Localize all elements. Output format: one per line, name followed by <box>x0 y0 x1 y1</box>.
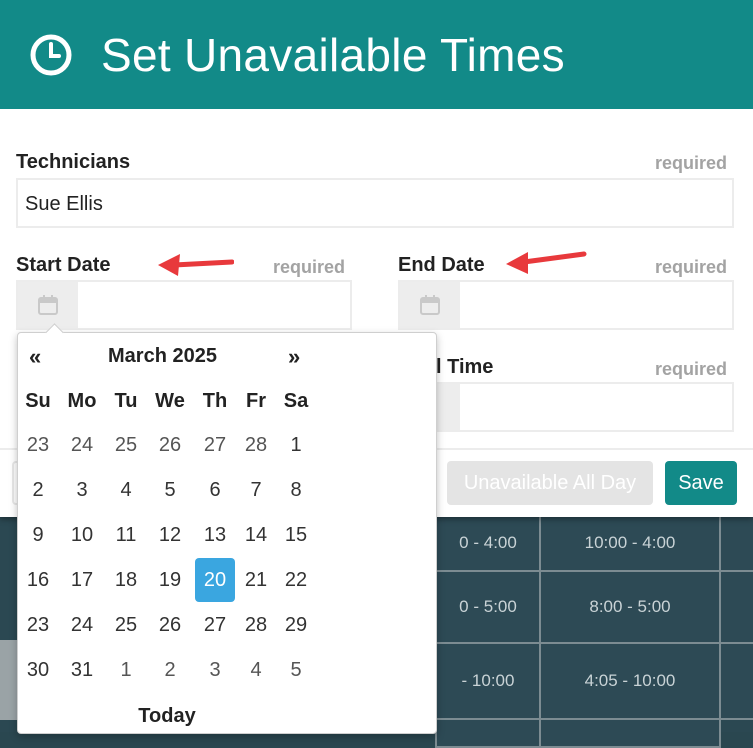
calendar-day[interactable]: 24 <box>62 423 102 467</box>
calendar-day[interactable]: 19 <box>150 558 190 602</box>
weekday-header: Su <box>25 390 51 412</box>
calendar-day[interactable]: 8 <box>276 468 316 512</box>
start-date-field[interactable] <box>16 280 352 330</box>
start-date-label: Start Date <box>16 254 111 276</box>
technicians-field[interactable]: Sue Ellis <box>16 178 734 228</box>
weekday-header: Th <box>202 390 228 412</box>
schedule-cell[interactable] <box>719 570 753 644</box>
calendar-day[interactable]: 16 <box>18 558 58 602</box>
calendar-day[interactable]: 25 <box>106 603 146 647</box>
schedule-cell-text: 0 - 5:00 <box>459 597 517 616</box>
datepicker: « March 2025 » Su Mo Tu We Th Fr Sa 23 24… <box>17 323 437 734</box>
annotation-arrow <box>506 251 587 274</box>
calendar-day[interactable]: 14 <box>236 513 276 557</box>
schedule-cell[interactable]: 0 - 4:00 <box>435 514 541 572</box>
calendar-day[interactable]: 1 <box>276 423 316 467</box>
unavailable-all-day-button[interactable]: Unavailable All Day <box>447 461 653 505</box>
calendar-day[interactable]: 23 <box>18 423 58 467</box>
weekday-header: Sa <box>283 390 309 412</box>
calendar-day[interactable]: 2 <box>150 648 190 692</box>
calendar-icon <box>420 295 440 315</box>
schedule-cell-text: 8:00 - 5:00 <box>589 597 671 616</box>
schedule-cell-text: 10:00 - 4:00 <box>584 533 676 552</box>
weekday-header: We <box>155 390 185 412</box>
save-button[interactable]: Save <box>665 461 737 505</box>
calendar-day[interactable]: 26 <box>150 603 190 647</box>
schedule-left-strip <box>0 640 17 720</box>
calendar-day[interactable]: 20 <box>195 558 235 602</box>
schedule-cell[interactable] <box>539 718 721 748</box>
calendar-day[interactable]: 10 <box>62 513 102 557</box>
schedule-cell-text: 4:05 - 10:00 <box>584 671 676 690</box>
calendar-day[interactable]: 5 <box>150 468 190 512</box>
calendar-day[interactable]: 4 <box>106 468 146 512</box>
calendar-day[interactable]: 28 <box>236 423 276 467</box>
calendar-day[interactable]: 28 <box>236 603 276 647</box>
month-label[interactable]: March 2025 <box>108 345 217 368</box>
end-time-field[interactable] <box>398 382 734 432</box>
calendar-day[interactable]: 9 <box>18 513 58 557</box>
schedule-cell[interactable] <box>719 514 753 572</box>
calendar-day[interactable]: 24 <box>62 603 102 647</box>
start-date-calendar-button[interactable] <box>18 282 78 328</box>
end-date-label: End Date <box>398 254 485 276</box>
schedule-cell-text: 0 - 4:00 <box>459 533 517 552</box>
schedule-cell[interactable]: 8:00 - 5:00 <box>539 570 721 644</box>
calendar-day[interactable]: 3 <box>62 468 102 512</box>
calendar-day[interactable]: 3 <box>195 648 235 692</box>
calendar-day[interactable]: 7 <box>236 468 276 512</box>
technicians-value: Sue Ellis <box>25 193 103 215</box>
calendar-day[interactable]: 26 <box>150 423 190 467</box>
calendar-day[interactable]: 18 <box>106 558 146 602</box>
end-date-field[interactable] <box>398 280 734 330</box>
prev-month-button[interactable]: « <box>29 344 41 370</box>
calendar-icon <box>38 295 58 315</box>
schedule-cell[interactable] <box>719 642 753 720</box>
technicians-label: Technicians <box>16 151 131 173</box>
end-time-label: l Time <box>436 356 494 378</box>
schedule-cell[interactable]: - 10:00 <box>435 642 541 720</box>
weekday-header: Tu <box>114 390 138 412</box>
calendar-day[interactable]: 22 <box>276 558 316 602</box>
modal-header: Set Unavailable Times <box>0 0 753 109</box>
calendar-day[interactable]: 27 <box>195 603 235 647</box>
today-button[interactable]: Today <box>18 705 316 728</box>
end-time-required: required <box>655 359 728 379</box>
next-month-button[interactable]: » <box>288 344 300 370</box>
weekday-header: Mo <box>67 390 97 412</box>
end-date-required: required <box>655 257 728 277</box>
calendar-day[interactable]: 15 <box>276 513 316 557</box>
calendar-day[interactable]: 29 <box>276 603 316 647</box>
calendar-day[interactable]: 4 <box>236 648 276 692</box>
calendar-day[interactable]: 2 <box>18 468 58 512</box>
clock-icon <box>30 34 72 76</box>
schedule-cell[interactable] <box>435 718 541 748</box>
calendar-day[interactable]: 6 <box>195 468 235 512</box>
start-date-required: required <box>273 257 346 277</box>
calendar-day[interactable]: 11 <box>106 513 146 557</box>
schedule-cell[interactable]: 10:00 - 4:00 <box>539 514 721 572</box>
calendar-day[interactable]: 27 <box>195 423 235 467</box>
calendar-day[interactable]: 30 <box>18 648 58 692</box>
calendar-day[interactable]: 25 <box>106 423 146 467</box>
annotation-arrow <box>158 254 234 276</box>
modal-title: Set Unavailable Times <box>101 29 565 81</box>
calendar-day[interactable]: 1 <box>106 648 146 692</box>
calendar-day[interactable]: 31 <box>62 648 102 692</box>
calendar-day[interactable]: 23 <box>18 603 58 647</box>
technicians-required: required <box>655 153 728 173</box>
end-date-calendar-button[interactable] <box>400 282 460 328</box>
calendar-day[interactable]: 21 <box>236 558 276 602</box>
calendar-day[interactable]: 13 <box>195 513 235 557</box>
schedule-cell[interactable]: 4:05 - 10:00 <box>539 642 721 720</box>
schedule-cell-text: - 10:00 <box>461 671 515 690</box>
weekday-header: Fr <box>246 390 266 412</box>
calendar-day[interactable]: 12 <box>150 513 190 557</box>
calendar-day[interactable]: 5 <box>276 648 316 692</box>
calendar-day[interactable]: 17 <box>62 558 102 602</box>
schedule-cell[interactable]: 0 - 5:00 <box>435 570 541 644</box>
